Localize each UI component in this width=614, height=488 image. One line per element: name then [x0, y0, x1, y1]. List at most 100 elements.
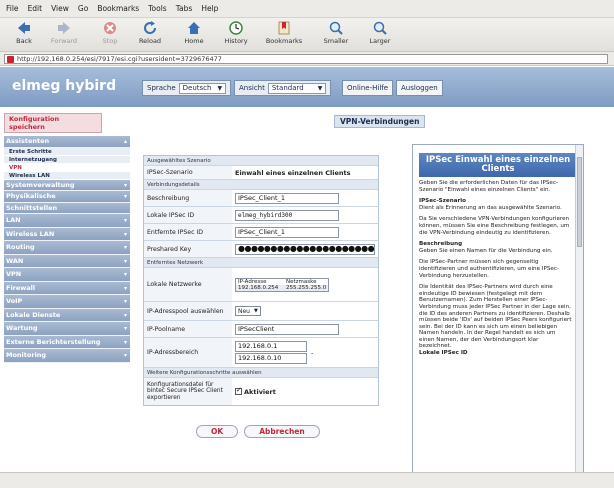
row-ip-poolname: IP-Poolname IPSecClient	[144, 321, 378, 338]
menu-bookmarks[interactable]: Bookmarks	[97, 4, 139, 13]
row-export: Konfigurationsdatei für bintec Secure IP…	[144, 378, 378, 405]
browser-statusbar	[0, 472, 614, 488]
ip-poolname-input[interactable]: IPSecClient	[235, 323, 339, 335]
forward-button[interactable]: Forward	[42, 20, 86, 50]
sidebar-item-lokale-dienste[interactable]: Lokale Dienste ▾	[4, 308, 130, 322]
web-page: elmeg hybird Sprache Deutsch ▼ Ansicht S…	[0, 67, 614, 488]
sidebar-item-wireless-lan[interactable]: Wireless LAN ▾	[4, 227, 130, 241]
zoom-in-icon	[373, 21, 387, 35]
lokale-ipsec-id-label: Lokale IPSec ID	[144, 207, 232, 223]
ip-range-dash: -	[311, 348, 314, 357]
section-header-scenario: Ausgewähltes Szenario	[144, 156, 378, 166]
abbrechen-button[interactable]: Abbrechen	[244, 425, 320, 438]
help-vertical-scrollbar[interactable]	[575, 145, 583, 488]
sidebar-item-wartung[interactable]: Wartung ▾	[4, 322, 130, 336]
menu-help[interactable]: Help	[201, 4, 218, 13]
online-hilfe-button[interactable]: Online-Hilfe	[342, 80, 394, 96]
reload-button[interactable]: Reload	[128, 20, 172, 50]
bookmarks-button[interactable]: Bookmarks	[262, 20, 306, 50]
sprache-label: Sprache	[147, 84, 176, 92]
help-paragraph: Die Identität des IPSec-Partners wird du…	[419, 284, 572, 350]
sidebar-item-systemverwaltung[interactable]: Systemverwaltung ▾	[4, 179, 130, 191]
sidebar-item-vpn[interactable]: VPN ▾	[4, 268, 130, 282]
sidebar-item-externe-berichterstellung[interactable]: Externe Berichterstellung ▾	[4, 335, 130, 349]
vpn-form: Ausgewähltes Szenario IPSec-Szenario Ein…	[143, 155, 379, 406]
browser-menubar: File Edit View Go Bookmarks Tools Tabs H…	[0, 0, 614, 18]
help-heading: Beschreibung	[419, 241, 463, 248]
sidebar-nav: Konfiguration speichern Assistenten ▴ Ers…	[4, 113, 130, 363]
help-paragraph: Die IPSec-Partner müssen sich gegenseiti…	[419, 259, 559, 279]
scrollbar-thumb[interactable]	[577, 157, 582, 247]
ok-button[interactable]: OK	[196, 425, 239, 438]
beschreibung-input[interactable]: IPSec_Client_1	[235, 192, 339, 204]
back-button[interactable]: Back	[2, 20, 46, 50]
history-button[interactable]: History	[214, 20, 258, 50]
sidebar-subitem-internetzugang[interactable]: Internetzugang	[4, 155, 130, 164]
section-header-details: Verbindungsdetails	[144, 180, 378, 190]
export-checkbox[interactable]	[235, 386, 242, 395]
expand-arrow-icon: ▾	[123, 257, 127, 265]
expand-arrow-icon: ▾	[123, 230, 127, 238]
brand-logo: elmeg hybird	[12, 78, 117, 94]
sidebar-item-lan[interactable]: LAN ▾	[4, 214, 130, 228]
ip-adressbereich-label: IP-Adressbereich	[144, 338, 232, 367]
ansicht-select[interactable]: Standard ▼	[267, 82, 327, 94]
sidebar-subitem-erste-schritte[interactable]: Erste Schritte	[4, 147, 130, 156]
smaller-button[interactable]: Smaller	[314, 20, 358, 50]
menu-tools[interactable]: Tools	[148, 4, 166, 13]
url-text: http://192.168.0.254/esi/7917/esi.cgi?us…	[17, 55, 222, 63]
stop-button[interactable]: Stop	[88, 20, 132, 50]
page-favicon-icon	[7, 56, 14, 63]
page-title: VPN-Verbindungen	[334, 115, 426, 128]
sprache-select[interactable]: Deutsch ▼	[178, 82, 227, 94]
entfernte-ipsec-id-label: Entfernte IPSec ID	[144, 224, 232, 240]
ip-range-inputs: 192.168.0.1 192.168.0.10	[235, 341, 307, 364]
preshared-key-input[interactable]: ●●●●●●●●●●●●●●●●●●●●●●	[235, 243, 375, 255]
preshared-key-label: Preshared Key	[144, 241, 232, 257]
app-header: elmeg hybird Sprache Deutsch ▼ Ansicht S…	[0, 67, 614, 107]
home-button[interactable]: Home	[172, 20, 216, 50]
url-field[interactable]: http://192.168.0.254/esi/7917/esi.cgi?us…	[4, 54, 608, 64]
expand-arrow-icon: ▾	[123, 284, 127, 292]
dropdown-arrow-icon: ▼	[253, 308, 258, 314]
sidebar-item-wan[interactable]: WAN ▾	[4, 254, 130, 268]
zoom-out-icon	[329, 21, 343, 35]
export-checkbox-label: Aktiviert	[244, 387, 276, 396]
sidebar-item-monitoring[interactable]: Monitoring ▾	[4, 349, 130, 363]
menu-tabs[interactable]: Tabs	[176, 4, 193, 13]
lokale-netzwerke-table: IP-Adresse Netzmaske 192.168.0.254 255.2…	[235, 277, 330, 292]
sidebar-item-physikalische[interactable]: Physikalische ▾	[4, 191, 130, 203]
konfiguration-speichern-button[interactable]: Konfiguration speichern	[4, 113, 102, 133]
sidebar-item-voip[interactable]: VoIP ▾	[4, 295, 130, 309]
ip-range-from-input[interactable]: 192.168.0.1	[235, 341, 307, 352]
sidebar-item-routing[interactable]: Routing ▾	[4, 241, 130, 255]
help-body: Geben Sie die erforderlichen Daten für d…	[413, 180, 583, 357]
section-header-weitere: Weitere Konfigurationsschritte auswählen	[144, 368, 378, 378]
ip-adresspool-select[interactable]: Neu ▼	[235, 306, 261, 316]
ip-poolname-label: IP-Poolname	[144, 321, 232, 337]
lokale-ipsec-id-input[interactable]: elmeg_hybird300	[235, 209, 339, 221]
menu-go[interactable]: Go	[78, 4, 88, 13]
expand-arrow-icon: ▾	[123, 217, 127, 224]
ip-table-row[interactable]: 192.168.0.254 255.255.255.0	[236, 284, 329, 291]
sidebar-item-assistenten[interactable]: Assistenten ▴	[4, 136, 130, 148]
sidebar-item-firewall[interactable]: Firewall ▾	[4, 281, 130, 295]
larger-button[interactable]: Larger	[358, 20, 402, 50]
dropdown-arrow-icon: ▼	[317, 84, 323, 92]
ansicht-label: Ansicht	[239, 84, 265, 92]
sidebar-subitem-vpn[interactable]: VPN	[4, 163, 130, 172]
expand-arrow-icon: ▾	[123, 325, 127, 332]
menu-edit[interactable]: Edit	[28, 4, 43, 13]
ip-range-to-input[interactable]: 192.168.0.10	[235, 353, 307, 364]
ausloggen-button[interactable]: Ausloggen	[396, 80, 443, 96]
sidebar-item-schnittstellen[interactable]: Schnittstellen	[4, 202, 130, 214]
menu-view[interactable]: View	[51, 4, 69, 13]
ansicht-selector: Ansicht Standard ▼	[234, 80, 332, 96]
row-lokale-netzwerke: Lokale Netzwerke IP-Adresse Netzmaske 19…	[144, 268, 378, 302]
menu-file[interactable]: File	[6, 4, 19, 13]
row-beschreibung: Beschreibung IPSec_Client_1	[144, 190, 378, 207]
forward-arrow-icon	[58, 22, 70, 34]
sidebar-subitem-wireless-lan[interactable]: Wireless LAN	[4, 171, 130, 180]
ip-mask-cell: 255.255.255.0	[286, 284, 327, 291]
entfernte-ipsec-id-input[interactable]: IPSec_Client_1	[235, 226, 339, 238]
